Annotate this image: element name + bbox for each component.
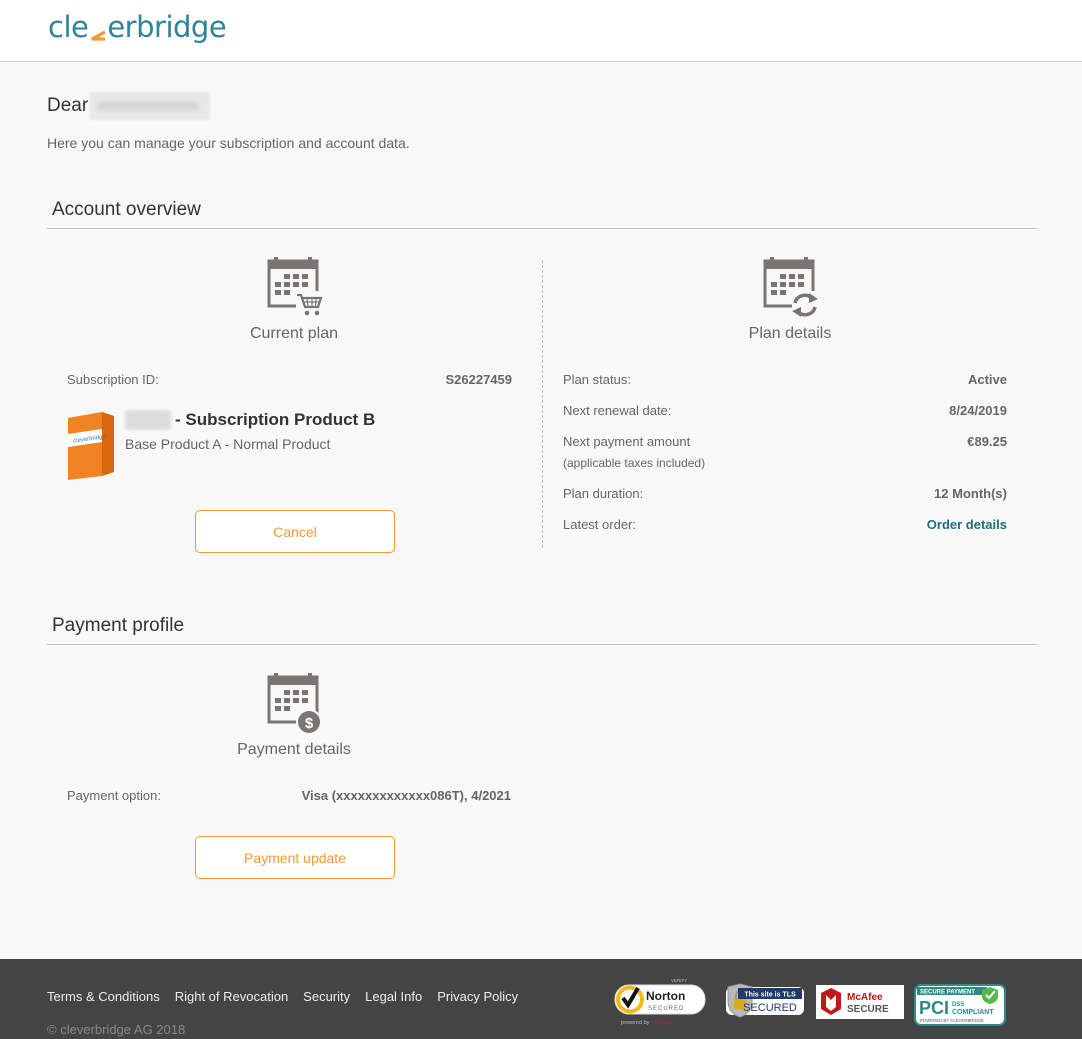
renewal-date-value: 8/24/2019: [949, 403, 1007, 418]
column-divider: [542, 260, 543, 548]
calendar-cart-icon: [266, 257, 326, 319]
footer-links: Terms & Conditions Right of Revocation S…: [47, 989, 518, 1004]
pci-top-text: SECURE PAYMENT: [920, 990, 975, 996]
norton-verify-text: VERIFY: [671, 978, 687, 983]
renewal-date-label: Next renewal date:: [563, 403, 672, 418]
pci-dss-text: DSS: [952, 1002, 964, 1008]
pci-compliant-badge[interactable]: SECURE PAYMENT PCI DSS COMPLIANT POWERED…: [914, 984, 1006, 1026]
plan-status-value: Active: [967, 372, 1007, 387]
product-name: - Subscription Product B: [125, 410, 375, 430]
norton-secured-badge[interactable]: VERIFY Norton SECURED powered by VeriSig…: [613, 976, 708, 1028]
order-details-link[interactable]: Order details: [807, 517, 1007, 532]
svg-text:$: $: [305, 715, 314, 732]
pci-compliant-text: COMPLIANT: [952, 1009, 994, 1016]
plan-duration-value: 12 Month(s): [934, 486, 1007, 501]
pci-main-text: PCI: [919, 998, 949, 1018]
taxes-note: (applicable taxes included): [563, 456, 706, 470]
logo-arrow-icon: [89, 20, 107, 41]
calendar-refresh-icon: [762, 257, 822, 319]
norton-powered-text: powered by: [621, 1020, 650, 1026]
subscription-id-value: S26227459: [445, 372, 512, 387]
latest-order-label: Latest order:: [563, 517, 636, 532]
product-box-image: cleverbridge: [66, 410, 116, 480]
mcafee-secure-text: SECURE: [847, 1004, 889, 1015]
tls-bottom-text: SECURED: [743, 1002, 797, 1014]
pci-powered-text: POWERED BY CLEVERBRIDGE: [920, 1018, 984, 1023]
greeting-dear: Dear: [47, 95, 89, 116]
customer-name-redacted: [90, 92, 211, 120]
payment-details-title: Payment details: [237, 741, 351, 758]
norton-name-text: Norton: [646, 989, 685, 1003]
plan-details-title: Plan details: [748, 325, 832, 342]
payment-amount-value: €89.25: [967, 434, 1007, 449]
payment-option-value: Visa (xxxxxxxxxxxxx086T), 4/2021: [301, 788, 511, 803]
tls-secured-badge[interactable]: This site is TLS SECURED: [716, 983, 806, 1019]
greeting: Dear: [47, 92, 211, 120]
account-overview-rule: [47, 228, 1037, 229]
logo-text-left: cle: [48, 10, 89, 44]
product-prefix-redacted: [125, 410, 171, 430]
tls-top-text: This site is TLS: [744, 992, 796, 999]
current-plan-title: Current plan: [249, 325, 339, 342]
mcafee-secure-badge[interactable]: McAfee SECURE: [816, 985, 904, 1019]
copyright-text: © cleverbridge AG 2018: [47, 1022, 186, 1037]
subscription-id-label: Subscription ID:: [67, 372, 159, 387]
payment-update-button[interactable]: Payment update: [195, 836, 395, 879]
calendar-dollar-icon: $: [266, 673, 326, 735]
footer: Terms & Conditions Right of Revocation S…: [0, 959, 1082, 1039]
product-name-text: - Subscription Product B: [175, 410, 376, 429]
norton-secured-text: SECURED: [648, 1006, 684, 1012]
mcafee-name-text: McAfee: [847, 992, 883, 1003]
norton-verisign-text: VeriSign: [651, 1020, 672, 1026]
revocation-link[interactable]: Right of Revocation: [175, 989, 288, 1004]
plan-status-label: Plan status:: [563, 372, 631, 387]
intro-text: Here you can manage your subscription an…: [47, 135, 410, 151]
cleverbridge-logo[interactable]: cle erbridge: [48, 10, 227, 44]
plan-duration-label: Plan duration:: [563, 486, 644, 501]
terms-link[interactable]: Terms & Conditions: [47, 989, 160, 1004]
cancel-button[interactable]: Cancel: [195, 510, 395, 553]
legal-info-link[interactable]: Legal Info: [365, 989, 422, 1004]
payment-profile-rule: [47, 644, 1037, 645]
logo-text-right: erbridge: [107, 10, 227, 44]
privacy-policy-link[interactable]: Privacy Policy: [437, 989, 518, 1004]
payment-profile-title: Payment profile: [52, 615, 185, 636]
security-link[interactable]: Security: [303, 989, 350, 1004]
payment-option-label: Payment option:: [67, 788, 161, 803]
account-overview-title: Account overview: [52, 199, 201, 220]
product-subtitle: Base Product A - Normal Product: [125, 436, 331, 452]
payment-amount-label: Next payment amount: [563, 434, 691, 449]
header: cle erbridge: [0, 0, 1082, 62]
